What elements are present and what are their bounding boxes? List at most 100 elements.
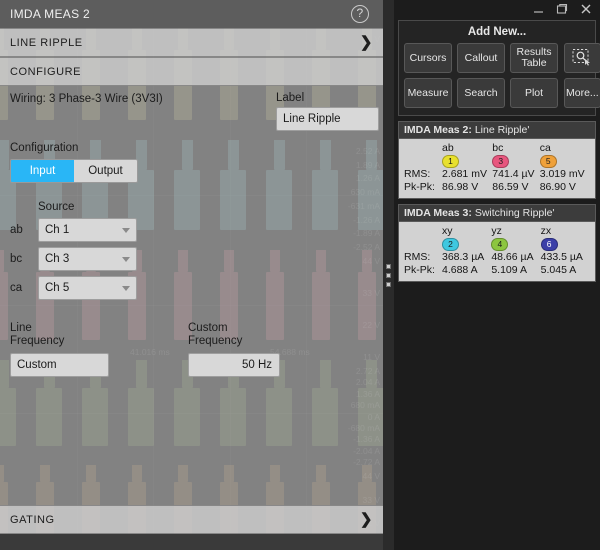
- configuration-toggle-group: Input Output: [10, 159, 138, 183]
- add-new-side-buttons: More...: [564, 43, 600, 108]
- source-dropdown-bc[interactable]: Ch 3: [38, 247, 137, 271]
- configuration-input-button[interactable]: Input: [11, 160, 74, 182]
- table-row-rms: RMS: 2.681 mV 741.4 µV 3.019 mV: [404, 168, 590, 181]
- line-frequency-caption-l1: Line: [10, 322, 32, 334]
- status-badge: 2: [442, 238, 459, 251]
- add-plot-button[interactable]: Plot: [510, 78, 558, 108]
- custom-frequency-caption-l1: Custom: [188, 322, 228, 334]
- row-label-pkpk: Pk-Pk:: [404, 264, 435, 276]
- resize-grip-dots-icon: [386, 263, 391, 287]
- pkpk-value-yz: 5.109 A: [491, 264, 527, 276]
- source-key-ab: ab: [10, 224, 23, 236]
- zoom-select-area-button[interactable]: [564, 43, 600, 73]
- frequency-block: Line Frequency Custom Custom Frequency: [0, 322, 383, 384]
- pkpk-value-bc: 86.59 V: [492, 181, 529, 193]
- table-row-phase-headers: ab bc ca: [404, 142, 590, 155]
- results-card-imda-meas-2: IMDA Meas 2: Line Ripple' ab bc ca 1 3 5…: [398, 121, 596, 199]
- section-label-gating: GATING: [10, 513, 55, 526]
- rms-value-zx: 433.5 µA: [540, 251, 583, 263]
- line-frequency-caption-l2: Frequency: [10, 335, 65, 347]
- add-measure-button[interactable]: Measure: [404, 78, 452, 108]
- phase-header-zx: zx: [540, 225, 552, 237]
- minimize-icon[interactable]: [526, 0, 550, 18]
- results-card-imda-meas-3: IMDA Meas 3: Switching Ripple' xy yz zx …: [398, 204, 596, 282]
- chevron-right-icon: ❯: [359, 511, 373, 528]
- results-meas-id: IMDA Meas 2:: [404, 124, 472, 136]
- channel-badge-cell-6: 6: [540, 238, 590, 251]
- label-caption: Label: [276, 92, 305, 104]
- results-card-header: IMDA Meas 2: Line Ripple': [399, 122, 595, 139]
- add-new-button-grid: Cursors Callout Results Table Measure Se…: [404, 43, 600, 108]
- table-badge-row-label: [404, 238, 442, 251]
- panel-title-bar: IMDA MEAS 2 ?: [0, 0, 383, 28]
- results-meas-name: Switching Ripple': [474, 207, 555, 219]
- more-button[interactable]: More...: [564, 78, 600, 108]
- table-corner-cell: [404, 225, 442, 238]
- source-caption: Source: [38, 201, 75, 213]
- chevron-down-icon: [122, 256, 130, 262]
- status-badge: 1: [442, 155, 459, 168]
- channel-badge-cell-2: 2: [442, 238, 491, 251]
- custom-frequency-caption-l2: Frequency: [188, 335, 243, 347]
- phase-header-bc: bc: [492, 142, 504, 154]
- question-mark-circle-icon[interactable]: ?: [351, 5, 369, 23]
- label-input[interactable]: [276, 107, 379, 131]
- table-badge-row-label: [404, 155, 442, 168]
- line-frequency-dropdown[interactable]: Custom: [10, 353, 109, 377]
- close-icon[interactable]: [574, 0, 598, 18]
- phase-header-yz: yz: [491, 225, 502, 237]
- rms-value-xy: 368.3 µA: [442, 251, 485, 263]
- add-new-title: Add New...: [467, 26, 527, 38]
- results-card-body: xy yz zx 2 4 6 RMS: 368.3 µA 48.66 µA 43…: [399, 222, 595, 281]
- panel-resize-handle[interactable]: [383, 0, 394, 550]
- custom-frequency-caption: Custom Frequency: [188, 322, 242, 348]
- table-row-rms: RMS: 368.3 µA 48.66 µA 433.5 µA: [404, 251, 590, 264]
- phase-header-ab: ab: [442, 142, 454, 154]
- section-label-configure: CONFIGURE: [10, 65, 81, 78]
- channel-badge-cell-5: 5: [539, 155, 590, 168]
- channel-badge-cell-3: 3: [492, 155, 539, 168]
- source-block: Source ab Ch 1 bc Ch 3 ca Ch 5: [0, 201, 383, 300]
- source-row-ca: ca Ch 5: [10, 276, 383, 300]
- table-corner-cell: [404, 142, 442, 155]
- add-search-button[interactable]: Search: [457, 78, 505, 108]
- pkpk-value-zx: 5.045 A: [540, 264, 577, 276]
- row-label-rms: RMS:: [404, 251, 431, 263]
- source-key-ca: ca: [10, 282, 23, 294]
- source-value-bc: Ch 3: [45, 253, 70, 265]
- configuration-output-button[interactable]: Output: [74, 160, 137, 182]
- results-meas-id: IMDA Meas 3:: [404, 207, 472, 219]
- page-title: IMDA MEAS 2: [10, 7, 90, 21]
- section-header-configure[interactable]: CONFIGURE: [0, 57, 383, 86]
- wiring-row: Wiring: 3 Phase-3 Wire (3V3I) Label: [0, 86, 383, 131]
- label-field-group: Label: [276, 92, 379, 131]
- section-header-gating[interactable]: GATING ❯: [0, 505, 383, 534]
- source-dropdown-ab[interactable]: Ch 1: [38, 218, 137, 242]
- pkpk-value-xy: 4.688 A: [442, 264, 478, 276]
- source-row-bc: bc Ch 3: [10, 247, 383, 271]
- line-frequency-caption: Line Frequency: [10, 322, 64, 348]
- restore-window-icon[interactable]: [550, 0, 574, 18]
- add-callout-button[interactable]: Callout: [457, 43, 505, 73]
- status-badge: 4: [491, 238, 509, 251]
- chevron-down-icon: [122, 227, 130, 233]
- add-results-table-button[interactable]: Results Table: [510, 43, 558, 73]
- section-header-line-ripple[interactable]: LINE RIPPLE ❯: [0, 28, 383, 57]
- source-dropdown-ca[interactable]: Ch 5: [38, 276, 137, 300]
- table-row-channel-badges: 2 4 6: [404, 238, 590, 251]
- configure-content: Wiring: 3 Phase-3 Wire (3V3I) Label Conf…: [0, 86, 383, 384]
- results-card-body: ab bc ca 1 3 5 RMS: 2.681 mV 741.4 µV 3.…: [399, 139, 595, 198]
- pkpk-value-ca: 86.90 V: [539, 181, 576, 193]
- line-frequency-value: Custom: [17, 359, 57, 371]
- status-badge: 3: [492, 155, 510, 168]
- table-row-channel-badges: 1 3 5: [404, 155, 590, 168]
- add-cursors-button[interactable]: Cursors: [404, 43, 452, 73]
- status-badge: 5: [539, 155, 557, 168]
- sidebar-panel: Add New... Cursors Callout Results Table…: [394, 0, 600, 550]
- status-badge: 6: [540, 238, 558, 251]
- rms-value-yz: 48.66 µA: [491, 251, 534, 263]
- custom-frequency-input[interactable]: [188, 353, 280, 377]
- rms-value-ab: 2.681 mV: [442, 168, 487, 180]
- window-controls: [394, 0, 600, 18]
- results-table: xy yz zx 2 4 6 RMS: 368.3 µA 48.66 µA 43…: [404, 225, 590, 277]
